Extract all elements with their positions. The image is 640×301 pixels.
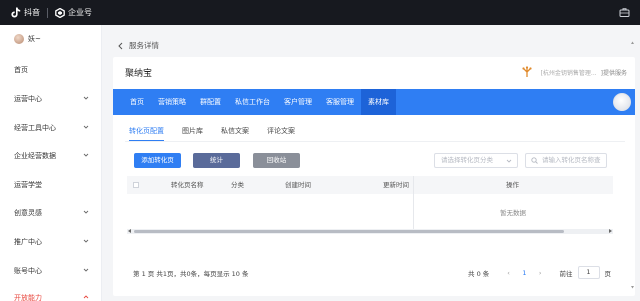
sidebar-item-promotion[interactable]: 推广中心 bbox=[0, 235, 102, 249]
search-input[interactable]: 请输入转化页名称查 bbox=[525, 153, 607, 168]
enterprise-brand[interactable]: 企业号 bbox=[55, 7, 92, 18]
search-placeholder: 请输入转化页名称查 bbox=[542, 156, 601, 164]
tab-dm-workbench[interactable]: 私信工作台 bbox=[228, 89, 277, 115]
enterprise-name: 企业号 bbox=[68, 8, 92, 17]
tab-dm-copy[interactable]: 私信文案 bbox=[221, 126, 249, 141]
column-header[interactable]: 分类 bbox=[231, 176, 244, 194]
scroll-left-icon[interactable] bbox=[128, 229, 131, 233]
provider-logo-icon bbox=[521, 66, 533, 78]
tab-asset-library[interactable]: 素材库 bbox=[361, 89, 396, 115]
search-icon bbox=[531, 157, 538, 164]
enterprise-logo-icon bbox=[55, 7, 65, 18]
sidebar-item-label: 创意灵感 bbox=[14, 209, 42, 217]
service-card: 聚纳宝 [杭州金钥销售管理... ]提供服务 首页 营销策略 群配置 私信工作台… bbox=[113, 57, 635, 296]
page-title: 聚纳宝 bbox=[125, 69, 153, 79]
tab-customer-management[interactable]: 客户管理 bbox=[277, 89, 319, 115]
tab-group-config[interactable]: 群配置 bbox=[193, 89, 228, 115]
sidebar-item-academy[interactable]: 运营学堂 bbox=[0, 178, 102, 192]
scrollbar-thumb[interactable] bbox=[134, 230, 564, 233]
sidebar-item-operations[interactable]: 运营中心 bbox=[0, 92, 102, 106]
chevron-down-icon bbox=[83, 210, 89, 214]
breadcrumb[interactable]: 服务详情 bbox=[118, 40, 159, 51]
scroll-right-icon[interactable] bbox=[609, 229, 612, 233]
column-header[interactable]: 创建时间 bbox=[285, 176, 311, 194]
breadcrumb-label: 服务详情 bbox=[129, 41, 159, 50]
sidebar-item-label: 运营中心 bbox=[14, 95, 42, 103]
empty-state: 暂无数据 bbox=[500, 209, 526, 217]
user-profile[interactable]: 妖~ bbox=[0, 25, 101, 52]
sidebar-item-label: 经营工具中心 bbox=[14, 124, 56, 132]
page-number-input[interactable]: 1 bbox=[577, 266, 600, 279]
tab-conversion-page-config[interactable]: 转化页配置 bbox=[129, 126, 164, 141]
category-select-placeholder: 请选择转化页分类 bbox=[441, 156, 493, 164]
horizontal-scrollbar[interactable] bbox=[127, 229, 613, 234]
sidebar-item-open-capabilities[interactable]: 开放能力 bbox=[0, 291, 102, 301]
provider-info: [杭州金钥销售管理... ]提供服务 bbox=[521, 66, 627, 78]
brand[interactable]: 抖音 bbox=[11, 7, 40, 18]
page-suffix: 页 bbox=[604, 269, 612, 278]
goto-label: 前往 bbox=[559, 269, 573, 278]
sidebar-item-inspiration[interactable]: 创意灵感 bbox=[0, 206, 102, 220]
tiktok-logo-icon bbox=[11, 7, 21, 18]
avatar bbox=[14, 33, 24, 44]
provider-name[interactable]: [杭州金钥销售管理... bbox=[541, 68, 597, 77]
column-header[interactable]: 转化页名称 bbox=[171, 176, 204, 194]
briefcase-icon[interactable] bbox=[619, 7, 630, 18]
pagination: 共 0 条 ‹ 1 › 前往 1 页 bbox=[468, 266, 611, 279]
main-tab-bar: 首页 营销策略 群配置 私信工作台 客户管理 客服管理 素材库 bbox=[113, 89, 635, 115]
top-bar: 抖音 企业号 bbox=[0, 0, 640, 25]
sidebar-item-label: 运营学堂 bbox=[14, 181, 42, 189]
provider-suffix: ]提供服务 bbox=[600, 69, 627, 77]
brand-name: 抖音 bbox=[24, 8, 40, 17]
sidebar-item-label: 企业经营数据 bbox=[14, 152, 56, 160]
sidebar-item-label: 推广中心 bbox=[14, 238, 42, 246]
fixed-actions-column bbox=[413, 176, 613, 234]
chevron-up-icon bbox=[83, 295, 89, 299]
tab-home[interactable]: 首页 bbox=[123, 89, 151, 115]
divider bbox=[125, 141, 625, 142]
back-arrow-icon[interactable] bbox=[118, 42, 123, 50]
chevron-down-icon bbox=[83, 239, 89, 243]
current-page[interactable]: 1 bbox=[518, 269, 531, 277]
sidebar-item-label: 账号中心 bbox=[14, 267, 42, 275]
stats-button[interactable]: 统计 bbox=[193, 153, 240, 168]
category-select[interactable]: 请选择转化页分类 bbox=[434, 153, 518, 168]
pagination-info: 第 1 页 共1页，共0条，每页显示 10 条 bbox=[133, 270, 249, 278]
sidebar-item-account[interactable]: 账号中心 bbox=[0, 264, 102, 278]
sidebar-item-label: 开放能力 bbox=[14, 294, 42, 301]
tab-image-library[interactable]: 图片库 bbox=[182, 126, 203, 141]
add-conversion-page-button[interactable]: 添加转化页 bbox=[134, 153, 181, 168]
chevron-down-icon bbox=[83, 125, 89, 129]
pagination-total: 共 0 条 bbox=[468, 269, 490, 278]
tab-marketing-strategy[interactable]: 营销策略 bbox=[151, 89, 193, 115]
column-header[interactable]: 更新时间 bbox=[383, 176, 409, 194]
select-all-checkbox[interactable] bbox=[133, 182, 139, 188]
brand-divider bbox=[47, 7, 48, 18]
sidebar-item-business-data[interactable]: 企业经营数据 bbox=[0, 149, 102, 163]
sidebar-item-label: 首页 bbox=[14, 66, 28, 74]
sidebar-item-home[interactable]: 首页 bbox=[0, 63, 102, 77]
prev-page-icon[interactable]: ‹ bbox=[507, 269, 510, 277]
tab-service-management[interactable]: 客服管理 bbox=[319, 89, 361, 115]
sidebar: 妖~ 首页 运营中心 经营工具中心 企业经营数据 运营学堂 创意灵感 推广中心 … bbox=[0, 25, 102, 301]
chevron-down-icon bbox=[83, 153, 89, 157]
sub-tab-bar: 转化页配置 图片库 私信文案 评论文案 bbox=[129, 126, 313, 141]
sidebar-item-tools[interactable]: 经营工具中心 bbox=[0, 121, 102, 135]
chevron-down-icon bbox=[506, 159, 512, 163]
next-page-icon[interactable]: › bbox=[539, 269, 542, 277]
account-avatar[interactable] bbox=[613, 93, 631, 111]
chevron-down-icon bbox=[83, 96, 89, 100]
user-name: 妖~ bbox=[28, 34, 41, 43]
chevron-down-icon bbox=[83, 268, 89, 272]
vertical-scrollbar[interactable] bbox=[630, 40, 635, 290]
recycle-bin-button[interactable]: 回收站 bbox=[253, 153, 300, 168]
tab-comment-copy[interactable]: 评论文案 bbox=[267, 126, 295, 141]
